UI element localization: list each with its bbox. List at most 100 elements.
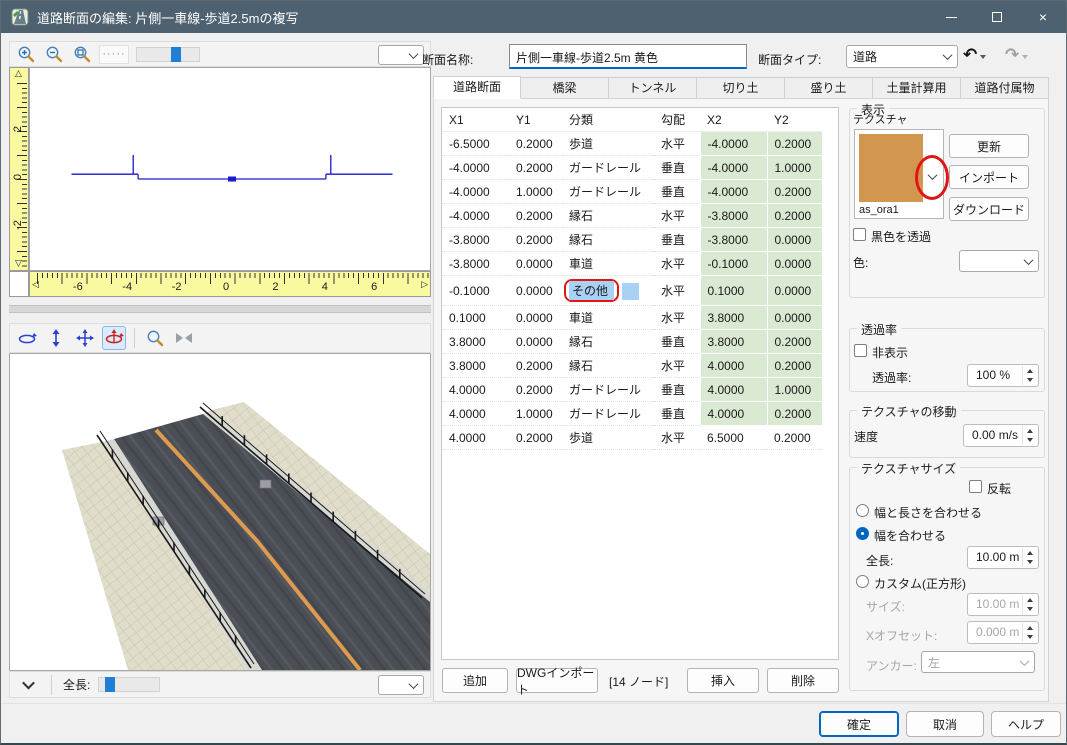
table-cell[interactable]: 4.0000	[442, 426, 509, 450]
zoom-slider-thumb[interactable]	[171, 47, 181, 62]
spinner-arrows[interactable]	[1022, 426, 1036, 445]
tab-earthwork[interactable]: 土量計算用	[873, 77, 961, 99]
download-button[interactable]: ダウンロード	[949, 197, 1029, 221]
table-cell[interactable]: 水平	[654, 426, 700, 450]
stereo-view-button[interactable]	[172, 326, 196, 350]
zoom-3d-button[interactable]	[143, 326, 167, 350]
table-cell[interactable]: ガードレール	[562, 378, 654, 402]
table-cell[interactable]: その他	[562, 276, 654, 306]
table-cell[interactable]: 6.5000	[700, 426, 767, 450]
col-x1[interactable]: X1	[442, 108, 509, 132]
table-cell[interactable]: -0.1000	[700, 252, 767, 276]
opacity-rate-spinner[interactable]: 100 %	[967, 364, 1039, 387]
table-cell[interactable]: 4.0000	[700, 378, 767, 402]
update-button[interactable]: 更新	[949, 134, 1029, 158]
preview2d-view-combo[interactable]	[378, 45, 424, 65]
road-3d-view[interactable]	[9, 353, 431, 671]
table-cell[interactable]: ガードレール	[562, 156, 654, 180]
cancel-button[interactable]: 取消	[906, 711, 984, 737]
table-cell[interactable]: 0.1000	[442, 306, 509, 330]
table-cell[interactable]: 1.0000	[509, 180, 562, 204]
cross-section-canvas[interactable]	[29, 67, 431, 271]
table-cell[interactable]: 0.2000	[767, 180, 822, 204]
tilt-vertical-button[interactable]	[44, 326, 68, 350]
color-select[interactable]	[959, 250, 1039, 272]
grid-settings-button[interactable]: ·····	[99, 45, 129, 64]
ok-button[interactable]: 確定	[819, 711, 899, 737]
table-cell[interactable]: -4.0000	[700, 180, 767, 204]
selected-cell-text[interactable]: その他	[569, 281, 614, 300]
table-cell[interactable]: 縁石	[562, 228, 654, 252]
table-cell[interactable]: 3.8000	[442, 354, 509, 378]
table-cell[interactable]: 0.0000	[767, 252, 822, 276]
table-cell[interactable]: 垂直	[654, 378, 700, 402]
table-cell[interactable]: 1.0000	[509, 402, 562, 426]
table-cell[interactable]: 0.0000	[509, 276, 562, 306]
table-cell[interactable]: 水平	[654, 204, 700, 228]
table-cell[interactable]: -4.0000	[442, 180, 509, 204]
table-cell[interactable]: 0.1000	[700, 276, 767, 306]
table-cell[interactable]: 垂直	[654, 402, 700, 426]
table-cell[interactable]: 縁石	[562, 330, 654, 354]
table-cell[interactable]: -6.5000	[442, 132, 509, 156]
table-cell[interactable]: 0.2000	[767, 132, 822, 156]
table-cell[interactable]: 垂直	[654, 228, 700, 252]
table-cell[interactable]: -3.8000	[700, 204, 767, 228]
table-cell[interactable]: 0.0000	[767, 276, 822, 306]
ruler-down-arrow-icon[interactable]: ▽	[15, 259, 22, 268]
table-cell[interactable]: 1.0000	[767, 378, 822, 402]
table-cell[interactable]: 0.2000	[767, 204, 822, 228]
close-button[interactable]: ×	[1020, 1, 1066, 33]
anchor-select[interactable]: 左	[921, 651, 1035, 673]
table-cell[interactable]: -4.0000	[442, 156, 509, 180]
redo-dropdown-icon[interactable]	[1022, 55, 1028, 59]
undo-dropdown-icon[interactable]	[980, 55, 986, 59]
tab-fill[interactable]: 盛り土	[785, 77, 873, 99]
tab-road-accessory[interactable]: 道路付属物	[961, 77, 1049, 99]
table-cell[interactable]: ガードレール	[562, 402, 654, 426]
table-cell[interactable]: 1.0000	[767, 156, 822, 180]
import-button[interactable]: インポート	[949, 165, 1029, 189]
orbit-horizontal-button[interactable]	[15, 326, 39, 350]
zoom-in-button[interactable]	[15, 44, 36, 65]
table-cell[interactable]: 3.8000	[700, 306, 767, 330]
table-cell[interactable]: 垂直	[654, 180, 700, 204]
table-cell[interactable]: 垂直	[654, 330, 700, 354]
table-cell[interactable]: 0.2000	[509, 426, 562, 450]
delete-button[interactable]: 削除	[767, 668, 839, 693]
table-cell[interactable]: 水平	[654, 252, 700, 276]
table-cell[interactable]: 0.0000	[509, 252, 562, 276]
preview3d-view-combo[interactable]	[378, 675, 424, 695]
table-cell[interactable]: -3.8000	[442, 252, 509, 276]
tab-bridge[interactable]: 橋梁	[521, 77, 609, 99]
table-cell[interactable]: 水平	[654, 306, 700, 330]
spinner-arrows[interactable]	[1022, 623, 1036, 642]
table-cell[interactable]: 0.2000	[767, 354, 822, 378]
section-type-select[interactable]: 道路	[846, 45, 958, 68]
table-cell[interactable]: -0.1000	[442, 276, 509, 306]
tab-road-section[interactable]: 道路断面	[433, 76, 521, 99]
table-cell[interactable]: 0.0000	[767, 228, 822, 252]
col-category[interactable]: 分類	[562, 108, 654, 132]
custom-square-radio[interactable]	[856, 575, 869, 588]
help-button[interactable]: ヘルプ	[991, 711, 1061, 737]
table-cell[interactable]: 0.2000	[509, 156, 562, 180]
table-cell[interactable]: 0.0000	[509, 306, 562, 330]
panel-splitter[interactable]	[9, 305, 431, 313]
size-spinner[interactable]: 10.00 m	[967, 593, 1039, 616]
table-cell[interactable]: 0.2000	[509, 378, 562, 402]
col-slope[interactable]: 勾配	[654, 108, 700, 132]
zoom-out-button[interactable]	[43, 44, 64, 65]
table-cell[interactable]: 0.2000	[509, 132, 562, 156]
col-x2[interactable]: X2	[700, 108, 767, 132]
flip-checkbox[interactable]	[969, 480, 982, 493]
col-y2[interactable]: Y2	[767, 108, 822, 132]
table-cell[interactable]: 水平	[654, 354, 700, 378]
tab-tunnel[interactable]: トンネル	[609, 77, 697, 99]
pan-button[interactable]	[73, 326, 97, 350]
table-cell[interactable]: 4.0000	[442, 378, 509, 402]
ruler-up-arrow-icon[interactable]: △	[15, 69, 22, 78]
table-cell[interactable]: 3.8000	[700, 330, 767, 354]
fit-width-radio[interactable]	[856, 527, 869, 540]
zoom-slider[interactable]	[136, 47, 200, 62]
